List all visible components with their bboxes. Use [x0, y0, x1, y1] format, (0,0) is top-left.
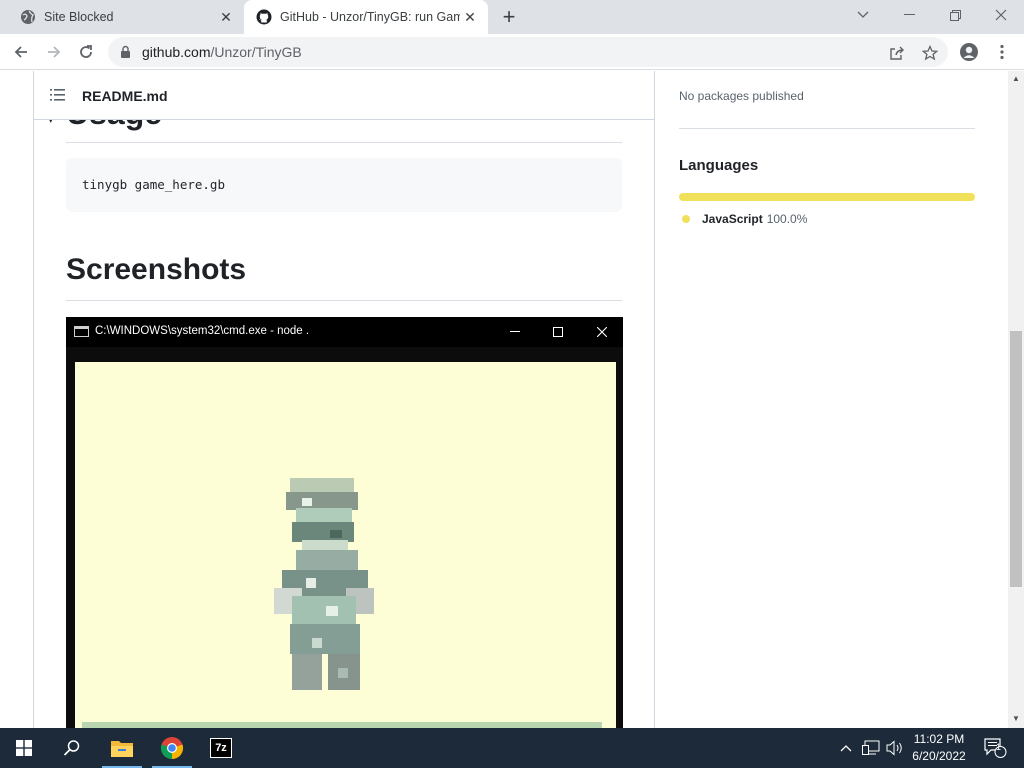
code-block: tinygb game_here.gb: [66, 158, 622, 212]
notification-icon: [984, 738, 1007, 758]
close-tab-icon[interactable]: ✕: [460, 7, 480, 27]
cmd-icon: [74, 326, 89, 337]
language-percent: 100.0%: [766, 212, 808, 226]
taskbar-file-explorer[interactable]: [98, 728, 146, 768]
chevron-up-icon: [840, 745, 852, 752]
url-text: github.com/Unzor/TinyGB: [142, 44, 302, 60]
browser-menu-button[interactable]: [989, 39, 1015, 65]
tab-site-blocked[interactable]: Site Blocked ✕: [8, 0, 244, 34]
reload-button[interactable]: [73, 39, 99, 65]
profile-icon: [960, 43, 978, 61]
url-domain: github.com: [142, 44, 211, 60]
forward-button[interactable]: [41, 39, 67, 65]
tab-github-tinygb[interactable]: GitHub - Unzor/TinyGB: run Gam ✕: [244, 0, 488, 34]
action-center-button[interactable]: 1: [978, 728, 1012, 768]
sidebar-divider: [679, 128, 975, 129]
close-window-button[interactable]: [978, 0, 1024, 30]
readme-container: README.md ▾ Usage tinygb game_here.gb Sc…: [33, 71, 655, 728]
scrollbar-thumb[interactable]: [1010, 331, 1022, 587]
github-icon: [256, 9, 272, 25]
windows-taskbar: 7z 11:02 PM 6/20/2022 1: [0, 728, 1024, 768]
7zip-icon: 7z: [210, 738, 232, 758]
maximize-icon: [548, 322, 568, 342]
language-name: JavaScript: [702, 212, 763, 226]
packages-status: No packages published: [679, 89, 804, 103]
lock-icon: [121, 45, 130, 58]
notification-count: 1: [996, 742, 1002, 752]
page-scrollbar[interactable]: ▲ ▼: [1008, 71, 1024, 728]
arrow-left-icon: [14, 46, 27, 58]
restore-icon: [949, 9, 961, 21]
kebab-menu-icon: [1000, 44, 1004, 60]
heading-divider: [66, 300, 622, 301]
chevron-down-icon: [857, 11, 869, 18]
profile-button[interactable]: [956, 39, 982, 65]
network-icon: [862, 740, 880, 755]
restore-button[interactable]: [932, 0, 978, 30]
languages-heading[interactable]: Languages: [679, 157, 758, 174]
language-color-dot: [682, 215, 690, 223]
share-icon[interactable]: [888, 44, 906, 62]
scroll-up-icon[interactable]: ▲: [1011, 74, 1021, 84]
arrow-right-icon: [48, 46, 61, 58]
minimize-button[interactable]: [886, 0, 932, 30]
tab-title: Site Blocked: [44, 10, 114, 24]
heading-divider: [66, 142, 622, 143]
minimize-icon: [505, 322, 525, 342]
screenshot-image[interactable]: C:\WINDOWS\system32\cmd.exe - node .: [66, 317, 623, 728]
start-button[interactable]: [0, 728, 48, 768]
browser-toolbar: github.com/Unzor/TinyGB: [0, 34, 1024, 70]
reload-icon: [80, 45, 92, 58]
taskbar-7zip[interactable]: 7z: [197, 728, 245, 768]
heading-screenshots: Screenshots: [66, 253, 247, 286]
windows-logo-icon: [16, 740, 32, 756]
close-icon: [995, 9, 1007, 21]
bookmark-star-icon[interactable]: [921, 44, 939, 62]
cmd-window-title: C:\WINDOWS\system32\cmd.exe - node .: [95, 325, 310, 337]
cmd-titlebar: C:\WINDOWS\system32\cmd.exe - node .: [66, 317, 623, 347]
clock-time: 11:02 PM: [913, 732, 965, 746]
volume-tray-button[interactable]: [884, 728, 906, 768]
new-tab-button[interactable]: +: [498, 6, 520, 28]
volume-icon: [886, 740, 902, 756]
back-button[interactable]: [8, 39, 34, 65]
search-button[interactable]: [48, 728, 96, 768]
clock-date: 6/20/2022: [912, 749, 966, 763]
folder-icon: [111, 741, 133, 757]
tab-strip: Site Blocked ✕ GitHub - Unzor/TinyGB: ru…: [0, 0, 1024, 34]
readme-filename[interactable]: README.md: [82, 88, 168, 104]
show-hidden-icons-button[interactable]: [836, 728, 856, 768]
close-icon: [592, 322, 612, 342]
url-path: /Unzor/TinyGB: [210, 44, 302, 60]
code-text: tinygb game_here.gb: [82, 177, 225, 192]
close-tab-icon[interactable]: ✕: [216, 7, 236, 27]
network-tray-button[interactable]: [860, 728, 882, 768]
language-bar[interactable]: [679, 193, 975, 201]
gameboy-screen: [75, 362, 616, 728]
game-sprite-character: [274, 478, 374, 690]
github-page: README.md ▾ Usage tinygb game_here.gb Sc…: [0, 71, 1008, 728]
tab-search-button[interactable]: [840, 0, 886, 30]
minimize-icon: [903, 14, 915, 15]
language-bar-javascript: [679, 193, 975, 201]
chrome-icon: [160, 737, 184, 760]
search-icon: [63, 740, 80, 756]
language-item-javascript[interactable]: JavaScript 100.0%: [682, 212, 807, 226]
readme-header: README.md: [34, 71, 654, 120]
taskbar-clock[interactable]: 11:02 PM 6/20/2022: [905, 731, 973, 765]
address-bar[interactable]: github.com/Unzor/TinyGB: [108, 37, 948, 67]
tab-title: GitHub - Unzor/TinyGB: run Gam: [280, 10, 460, 24]
globe-icon: [21, 10, 35, 24]
scroll-down-icon[interactable]: ▼: [1011, 714, 1021, 724]
taskbar-chrome[interactable]: [148, 728, 196, 768]
list-unordered-icon[interactable]: [50, 88, 66, 102]
